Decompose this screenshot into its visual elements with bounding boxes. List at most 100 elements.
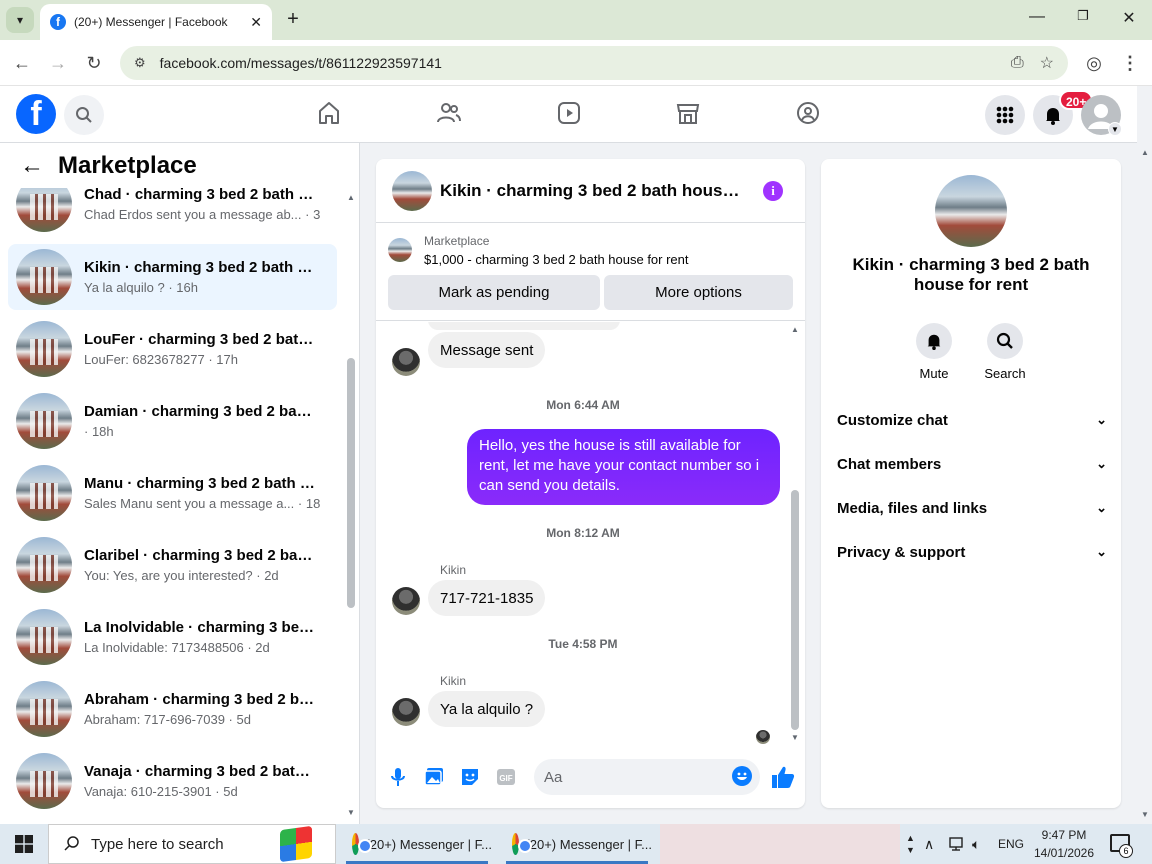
listing-thumbnail bbox=[16, 321, 72, 377]
message-bubble-incoming[interactable]: Message sent bbox=[428, 332, 546, 368]
close-tab-icon[interactable]: ✕ bbox=[250, 14, 262, 31]
gif-icon[interactable]: GIF bbox=[494, 765, 518, 789]
emoji-icon[interactable] bbox=[732, 766, 752, 786]
home-icon[interactable] bbox=[314, 98, 344, 128]
browser-tab[interactable]: f (20+) Messenger | Facebook ✕ bbox=[40, 4, 272, 40]
listing-thumbnail bbox=[16, 393, 72, 449]
volume-icon[interactable]: 🔈︎ bbox=[972, 824, 980, 864]
search-label: Search bbox=[984, 366, 1026, 381]
conversation-item[interactable]: La Inolvidable · charming 3 bed ... La I… bbox=[8, 604, 337, 670]
browser-tabstrip: ▾ f (20+) Messenger | Facebook ✕ + — ❐ ✕ bbox=[0, 0, 1152, 40]
sidebar-header: ← Marketplace bbox=[0, 143, 359, 188]
conversation-preview: · 18h bbox=[84, 424, 114, 439]
marketplace-label: Marketplace bbox=[424, 234, 490, 248]
taskbar-scroll-arrows[interactable]: ▲ ▼ bbox=[906, 824, 915, 864]
install-app-icon[interactable]: ⎙ bbox=[1011, 54, 1024, 72]
forward-button[interactable]: → bbox=[45, 50, 71, 76]
message-bubble-outgoing[interactable]: Hello, yes the house is still available … bbox=[467, 429, 780, 505]
sender-avatar bbox=[392, 698, 420, 726]
chat-title[interactable]: Kikin · charming 3 bed 2 bath house f... bbox=[440, 181, 746, 201]
url-text: facebook.com/messages/t/861122923597141 bbox=[159, 55, 442, 71]
svg-text:GIF: GIF bbox=[499, 774, 512, 783]
network-icon[interactable] bbox=[948, 824, 966, 864]
listing-thumbnail bbox=[16, 681, 72, 737]
taskbar-chrome-window-2[interactable]: (20+) Messenger | F... bbox=[502, 824, 652, 864]
site-settings-icon[interactable]: ⚙ bbox=[134, 55, 146, 71]
chevron-down-icon: ⌄ bbox=[1096, 544, 1107, 559]
conversation-item[interactable]: LouFer · charming 3 bed 2 bath ... LouFe… bbox=[8, 316, 337, 382]
message-bubble-incoming[interactable]: Ya la alquilo ? bbox=[428, 691, 546, 727]
minimize-button[interactable]: — bbox=[1025, 8, 1049, 26]
conversation-item[interactable]: Vanaja · charming 3 bed 2 bath ... Vanaj… bbox=[8, 748, 337, 814]
conversation-item[interactable]: Claribel · charming 3 bed 2 bath... You:… bbox=[8, 532, 337, 598]
chat-details-panel: Kikin · charming 3 bed 2 bath house for … bbox=[821, 159, 1121, 808]
photo-icon[interactable] bbox=[422, 765, 446, 789]
mute-button[interactable]: Mute bbox=[904, 323, 964, 381]
privacy-support-section[interactable]: Privacy & support ⌄ bbox=[837, 537, 1107, 567]
back-button[interactable]: ← bbox=[9, 50, 35, 76]
mark-as-pending-button[interactable]: Mark as pending bbox=[388, 275, 600, 310]
taskbar-chrome-window-1[interactable]: (20+) Messenger | F... bbox=[342, 824, 492, 864]
video-icon[interactable] bbox=[554, 98, 584, 128]
conversation-item-active[interactable]: Kikin · charming 3 bed 2 bath h... Ya la… bbox=[8, 244, 337, 310]
tray-overflow-chevron-icon[interactable]: ∧ bbox=[924, 824, 934, 864]
conversation-item[interactable]: Manu · charming 3 bed 2 bath h... Sales … bbox=[8, 460, 337, 526]
window-close-button[interactable]: ✕ bbox=[1117, 8, 1141, 28]
search-in-chat-button[interactable]: Search bbox=[975, 323, 1035, 381]
message-composer: GIF Aa bbox=[376, 755, 805, 803]
menu-grid-icon[interactable] bbox=[985, 95, 1025, 135]
taskbar-flash-area bbox=[660, 824, 900, 864]
sticker-icon[interactable] bbox=[458, 765, 482, 789]
browser-menu-icon[interactable]: ⋮ bbox=[1117, 50, 1143, 76]
reload-button[interactable]: ↻ bbox=[81, 50, 107, 76]
chat-scrollbar[interactable] bbox=[791, 490, 799, 730]
chat-avatar[interactable] bbox=[392, 170, 432, 211]
sidebar-scrollbar[interactable] bbox=[347, 358, 355, 608]
conversation-name: LouFer · charming 3 bed 2 bath ... bbox=[84, 331, 316, 348]
page-scroll-up-icon[interactable]: ▲ bbox=[1141, 148, 1149, 157]
marketplace-icon[interactable] bbox=[673, 98, 703, 128]
media-files-links-section[interactable]: Media, files and links ⌄ bbox=[837, 493, 1107, 523]
sidebar-scroll-up-icon[interactable]: ▲ bbox=[347, 193, 355, 202]
page-scroll-down-icon[interactable]: ▼ bbox=[1141, 810, 1149, 819]
listing-thumbnail[interactable] bbox=[388, 238, 412, 262]
new-tab-button[interactable]: + bbox=[282, 8, 304, 30]
details-avatar[interactable] bbox=[935, 175, 1007, 247]
thumbs-up-icon[interactable] bbox=[770, 764, 796, 790]
restore-button[interactable]: ❐ bbox=[1071, 8, 1095, 24]
message-input[interactable]: Aa bbox=[534, 759, 760, 795]
section-label: Chat members bbox=[837, 455, 942, 473]
windows-start-icon[interactable] bbox=[0, 824, 48, 864]
facebook-logo[interactable]: f bbox=[16, 94, 56, 134]
back-arrow-icon[interactable]: ← bbox=[20, 152, 44, 180]
taskbar-clock[interactable]: 9:47 PM 14/01/2026 bbox=[1028, 826, 1100, 862]
conversation-preview: Chad Erdos sent you a message ab... bbox=[84, 207, 302, 222]
bookmark-star-icon[interactable]: ☆ bbox=[1040, 53, 1054, 73]
page-scrollbar[interactable] bbox=[1137, 143, 1152, 824]
rubiks-cube-icon[interactable] bbox=[280, 825, 312, 863]
language-indicator[interactable]: ENG bbox=[998, 824, 1024, 864]
conversation-item[interactable]: Damian · charming 3 bed 2 bath... · 18h bbox=[8, 388, 337, 454]
customize-chat-section[interactable]: Customize chat ⌄ bbox=[837, 405, 1107, 435]
info-icon[interactable]: i bbox=[763, 181, 783, 201]
conversation-item[interactable]: Abraham · charming 3 bed 2 bat... Abraha… bbox=[8, 676, 337, 742]
address-bar[interactable]: ⚙ facebook.com/messages/t/86112292359714… bbox=[120, 46, 1068, 80]
profile-icon[interactable]: ◎ bbox=[1081, 50, 1107, 76]
sidebar-scroll-down-icon[interactable]: ▼ bbox=[347, 808, 355, 817]
facebook-favicon-icon: f bbox=[50, 14, 66, 30]
microphone-icon[interactable] bbox=[386, 765, 410, 789]
account-chevron-down-icon[interactable]: ▼ bbox=[1108, 122, 1122, 136]
friends-icon[interactable] bbox=[434, 98, 464, 128]
groups-icon[interactable] bbox=[793, 98, 823, 128]
listing-title[interactable]: $1,000 - charming 3 bed 2 bath house for… bbox=[424, 252, 689, 267]
message-bubble-incoming[interactable]: 717-721-1835 bbox=[428, 580, 546, 616]
tab-search-button[interactable]: ▾ bbox=[6, 7, 34, 33]
chat-scroll-up-icon[interactable]: ▲ bbox=[791, 325, 799, 334]
search-icon[interactable] bbox=[987, 323, 1023, 359]
more-options-button[interactable]: More options bbox=[604, 275, 793, 310]
search-icon[interactable] bbox=[64, 95, 104, 135]
bell-icon[interactable] bbox=[916, 323, 952, 359]
chat-scroll-down-icon[interactable]: ▼ bbox=[791, 733, 799, 742]
conversation-name: Claribel · charming 3 bed 2 bath... bbox=[84, 547, 316, 564]
chat-members-section[interactable]: Chat members ⌄ bbox=[837, 449, 1107, 479]
